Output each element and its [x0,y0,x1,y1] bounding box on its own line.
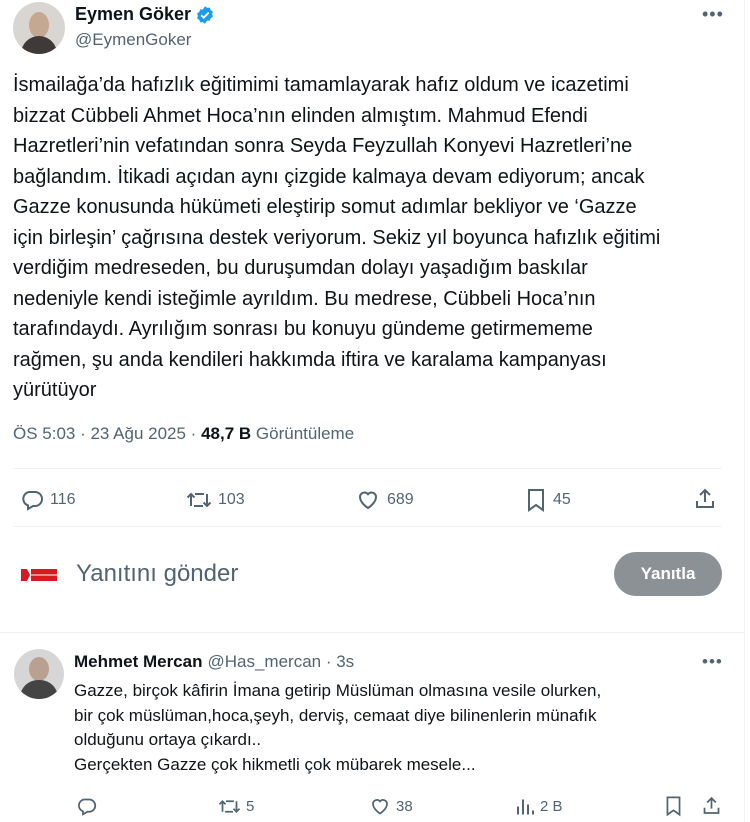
author-name-row[interactable]: Eymen Göker [75,4,215,25]
reply-like-button[interactable]: 38 [369,796,413,817]
author-name[interactable]: Eymen Göker [75,4,191,25]
reply-author-handle[interactable]: @Has_mercan · 3s [207,652,354,672]
reply-author-avatar[interactable] [14,649,64,699]
tweet-text: İsmailağa’da hafızlık eğitimimi tamamlay… [13,74,661,401]
reply-bookmark-button[interactable] [664,795,683,817]
reply-submit-button[interactable]: Yanıtla [614,552,722,596]
bookmark-icon [666,796,681,817]
reply-input[interactable]: Yanıtını gönder [76,560,238,588]
like-icon [358,491,378,510]
share-icon [703,796,720,814]
tweet-time[interactable]: ÖS 5:03 · 23 Ağu 2025 · [13,424,201,443]
like-icon [372,799,388,815]
reply-share-button[interactable] [701,795,722,817]
reply-icon [22,491,43,511]
bookmark-icon [528,489,544,512]
more-icon[interactable]: ••• [702,4,724,25]
author-avatar[interactable] [13,2,65,54]
repost-icon [186,492,212,508]
divider [0,632,745,633]
like-button[interactable]: 689 [355,488,414,512]
share-icon [696,488,714,508]
reply-repost-count: 5 [246,798,255,815]
like-count: 689 [387,491,414,508]
bookmark-button[interactable]: 45 [525,488,571,512]
repost-button[interactable]: 103 [186,488,245,512]
column-border [744,0,745,822]
reply-like-count: 38 [396,798,413,815]
tweet-views-label: Görüntüleme [251,424,355,443]
reply-icon [78,798,97,816]
reply-author-row: Mehmet Mercan @Has_mercan · 3s [74,652,354,672]
analytics-icon [517,799,534,815]
repost-count: 103 [218,491,245,508]
reply-views-count: 2 B [540,798,563,815]
reply-author-name[interactable]: Mehmet Mercan [74,652,202,672]
verified-badge-icon [197,5,213,24]
divider [13,468,722,469]
haber-deger-logo[interactable] [20,566,58,584]
share-button[interactable] [693,487,717,511]
bookmark-count: 45 [553,491,571,508]
reply-repost-button[interactable]: 5 [218,796,254,817]
reply-text: Gazze, birçok kâfirin İmana getirip Müsl… [74,681,602,774]
tweet-meta: ÖS 5:03 · 23 Ağu 2025 · 48,7 B Görüntüle… [13,424,354,444]
repost-icon [218,800,241,813]
reply-more-icon[interactable]: ••• [702,652,723,672]
reply-button[interactable]: 116 [20,488,76,512]
divider [13,526,722,527]
reply-reply-button[interactable] [76,796,97,817]
reply-views-button[interactable]: 2 B [515,796,563,817]
tweet-views-count[interactable]: 48,7 B [201,424,251,443]
reply-count: 116 [50,491,76,508]
author-handle[interactable]: @EymenGoker [75,30,191,50]
